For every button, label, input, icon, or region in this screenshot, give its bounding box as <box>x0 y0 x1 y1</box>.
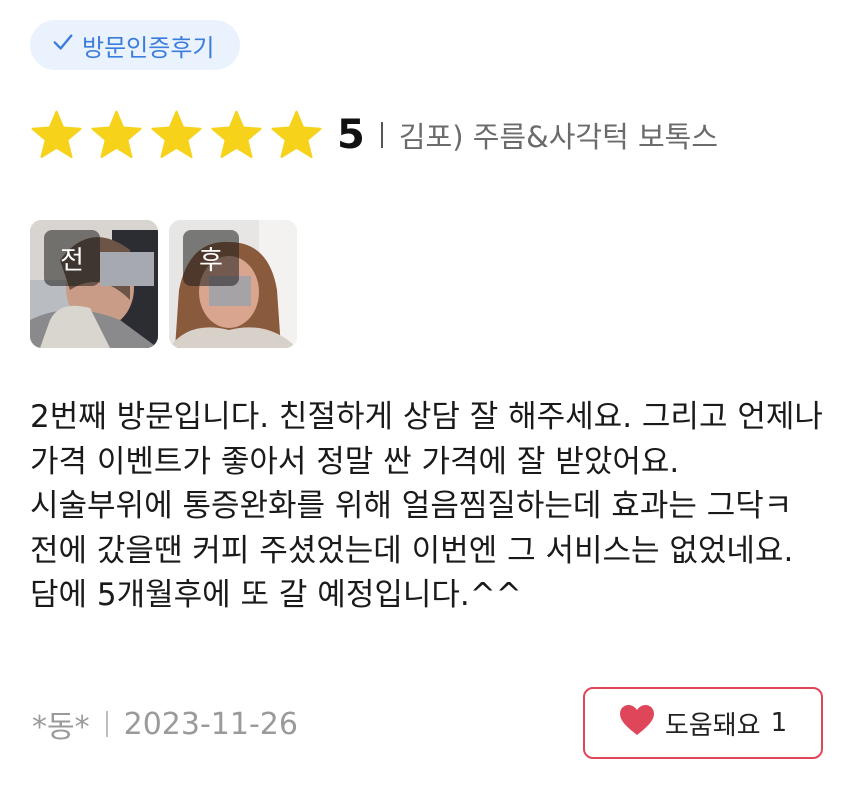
star-icon <box>90 110 143 160</box>
verified-visit-badge: 방문인증후기 <box>30 20 241 70</box>
helpful-label: 도움돼요 <box>664 710 761 741</box>
rating-score: 5 <box>337 112 365 158</box>
review-text: 2번째 방문입니다. 친절하게 상담 잘 해주세요. 그리고 언제나 가격 이벤… <box>30 399 823 613</box>
checkmark-icon <box>52 31 74 59</box>
badge-label: 방문인증후기 <box>82 33 215 62</box>
after-label: 후 <box>183 230 239 286</box>
after-photo[interactable]: 후 <box>169 220 297 348</box>
before-after-photos: 전 후 <box>30 220 297 348</box>
treatment-name: 김포) 주름&사각턱 보톡스 <box>398 120 719 154</box>
star-icon <box>270 110 323 160</box>
reviewer-name: *동* <box>32 710 90 745</box>
rating-row: 5 김포) 주름&사각턱 보톡스 <box>30 110 718 160</box>
star-icon <box>210 110 263 160</box>
before-photo[interactable]: 전 <box>30 220 158 348</box>
heart-icon <box>619 704 655 743</box>
before-label: 전 <box>44 230 100 286</box>
helpful-count: 1 <box>770 708 788 738</box>
review-meta: *동* 2023-11-26 <box>32 702 298 746</box>
review-date: 2023-11-26 <box>123 706 298 742</box>
helpful-button[interactable]: 도움돼요 1 <box>583 687 823 759</box>
meta-divider <box>105 711 108 737</box>
star-icon <box>150 110 203 160</box>
divider <box>380 122 383 148</box>
star-rating <box>30 110 323 160</box>
star-icon <box>30 110 83 160</box>
